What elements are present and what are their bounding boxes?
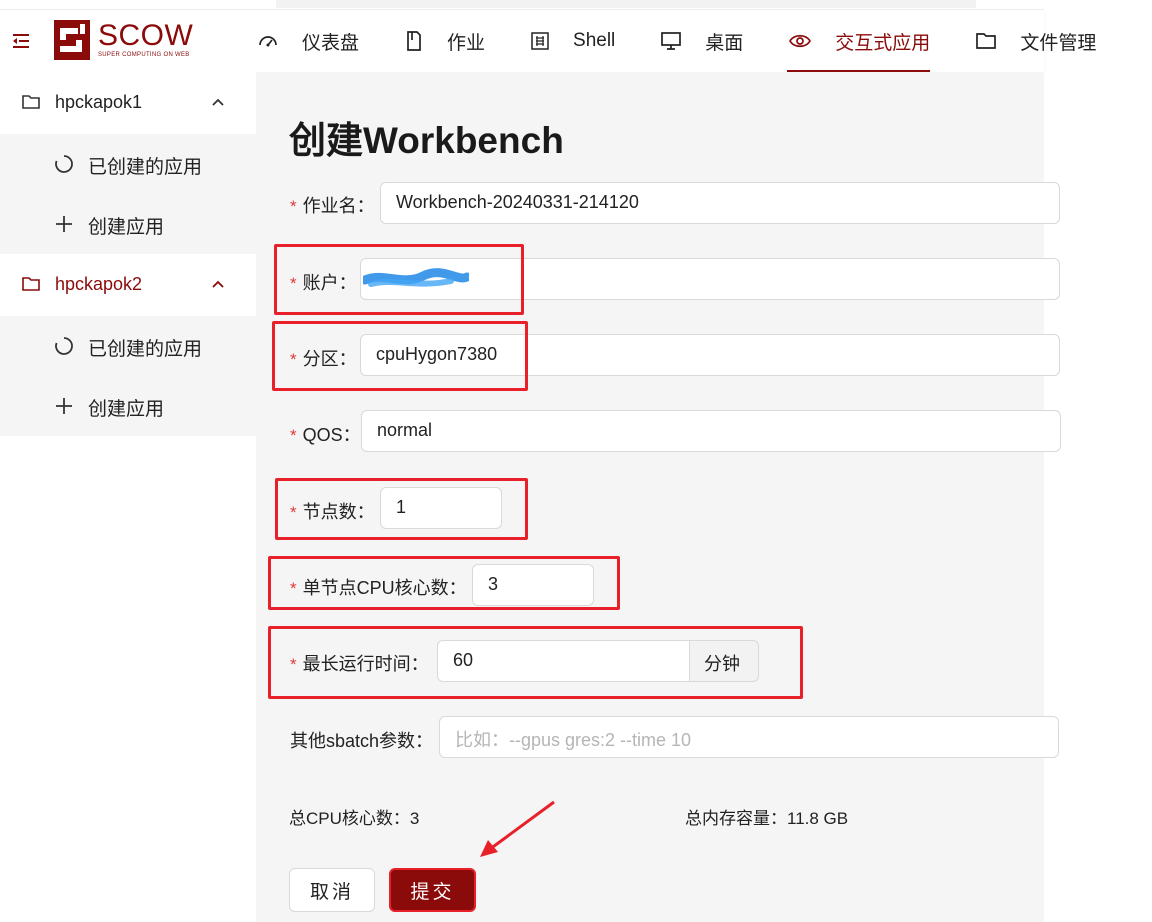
sidebar-cluster-hpckapok2[interactable]: hpckapok2 [0,254,256,316]
sidebar-item-label: 已创建的应用 [88,157,203,178]
annotation-box-partition [272,321,528,391]
qos-label-text: QOS [302,425,343,445]
annotation-box-cores [268,556,620,610]
sidebar-item-created-apps[interactable]: 已创建的应用 [0,134,256,194]
menu-fold-icon[interactable] [10,30,32,52]
plus-icon [56,216,72,232]
plus-icon [56,398,72,414]
tab-fragment [276,0,976,8]
job-name-label: * 作业名： [290,196,375,216]
nav-tab-1[interactable]: 作业 [403,10,485,72]
label-colon: ： [342,425,361,445]
qos-label: * QOS： [290,425,361,445]
loading-icon [55,155,73,173]
brand-name: SCOW [98,19,194,52]
cancel-button[interactable]: 取消 [289,868,375,912]
nav-tab-label: 作业 [447,32,486,54]
scow-logo[interactable]: SCOW SUPER COMPUTING ON WEB [54,18,194,64]
annotation-box-nodes [275,478,528,540]
brand-tagline: SUPER COMPUTING ON WEB [98,52,190,58]
terminal-icon [531,32,561,50]
browser-tab-strip [0,0,1044,10]
sidebar-item-create-app[interactable]: 创建应用 [0,376,256,436]
total-memory-summary: 总内存容量：11.8 GB [685,809,849,828]
annotation-box-account [274,244,524,315]
label-colon: ： [356,196,375,216]
sidebar-item-created-apps[interactable]: 已创建的应用 [0,316,256,376]
nav-tab-label: 交互式应用 [835,32,931,54]
nav-tab-label: 桌面 [705,32,744,54]
folder-icon [22,95,40,109]
scow-logo-mark-icon [54,20,90,60]
submit-button[interactable]: 提交 [389,868,476,912]
main-nav: 仪表盘 作业 Shell 桌面 交互式应用 文件管理 [256,10,1140,72]
job-name-label-text: 作业名 [302,196,357,216]
top-header: SCOW SUPER COMPUTING ON WEB 仪表盘 作业 Shell 桌面… [0,10,1096,72]
sidebar-cluster-hpckapok1[interactable]: hpckapok1 [0,72,256,134]
sbatch-label-text: 其他sbatch参数 [290,731,416,751]
loading-icon [55,337,73,355]
job-icon [405,31,435,51]
folder-icon [976,32,1008,50]
total-cpu-summary: 总CPU核心数：3 [289,809,420,828]
sidebar-item-label: 创建应用 [88,399,165,420]
nav-tab-label: 仪表盘 [302,32,360,54]
nav-tab-0[interactable]: 仪表盘 [256,10,359,72]
sidebar-item-label: 已创建的应用 [88,339,203,360]
annotation-box-max-time [268,626,803,699]
sbatch-input[interactable]: 比如：--gpus gres:2 --time 10 [439,716,1059,758]
desktop-icon [661,32,693,50]
folder-icon [22,277,40,291]
chevron-up-icon [212,280,224,288]
nav-tab-5[interactable]: 文件管理 [974,10,1096,72]
job-name-input[interactable]: Workbench-20240331-214120 [380,182,1060,224]
label-colon: ： [415,731,434,751]
sidebar-item-label: 创建应用 [88,217,165,238]
nav-tab-label: 文件管理 [1020,32,1097,54]
sidebar-cluster-label: hpckapok2 [55,274,143,294]
eye-icon [789,33,823,49]
sidebar-cluster-label: hpckapok1 [55,92,143,112]
sidebar: hpckapok1 已创建的应用 创建应用 hpckapok2 已创建的应用 创… [0,72,256,922]
annotation-arrow-icon [480,800,555,857]
chevron-up-icon [212,98,224,106]
sbatch-label: 其他sbatch参数： [290,727,433,753]
qos-select[interactable]: normal [361,410,1061,452]
dashboard-icon [258,31,290,51]
nav-tab-label: Shell [573,30,616,51]
nav-tab-3[interactable]: 桌面 [659,10,743,72]
nav-tab-2[interactable]: Shell [529,10,615,72]
page-title: 创建Workbench [289,120,564,161]
sidebar-item-create-app[interactable]: 创建应用 [0,194,256,254]
nav-tab-4[interactable]: 交互式应用 [787,10,931,72]
